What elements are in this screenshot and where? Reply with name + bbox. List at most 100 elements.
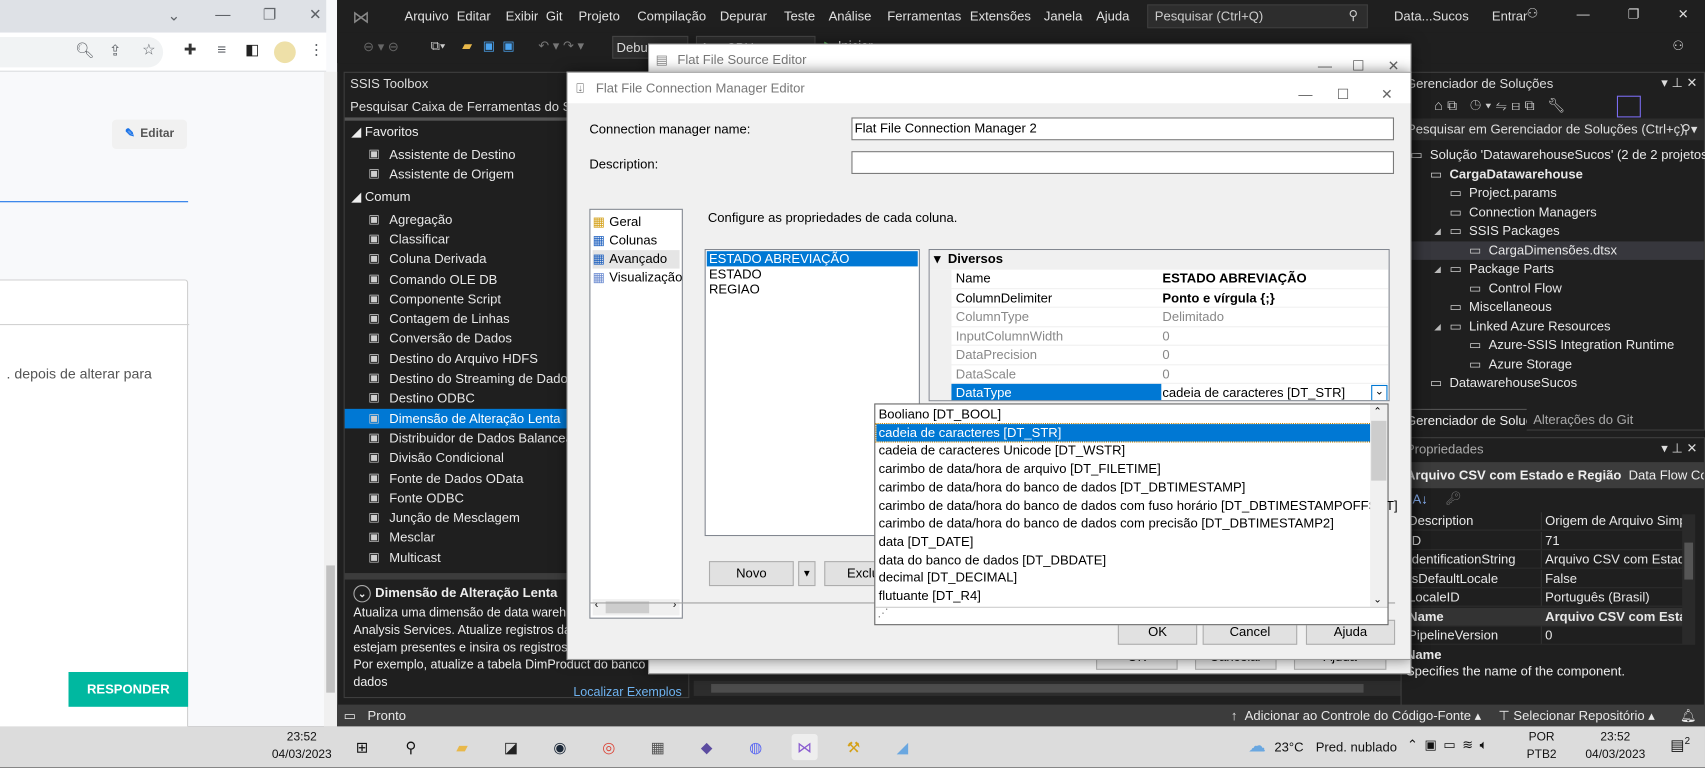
app2-icon[interactable]: ◢ — [889, 734, 915, 760]
new-button[interactable]: Novo — [708, 561, 794, 587]
menu-4[interactable]: Projeto — [578, 9, 619, 24]
visual-studio-icon[interactable]: ⋈ — [791, 733, 818, 761]
datatype-option[interactable]: flutuante [DT_R4] — [876, 587, 1371, 605]
description-input[interactable] — [851, 151, 1395, 174]
solution-item[interactable]: ▭ Azure-SSIS Integration Runtime — [1402, 336, 1704, 354]
menu-6[interactable]: Depurar — [720, 9, 767, 24]
expand-arrow-icon[interactable]: ◢ — [1434, 317, 1441, 335]
system-tray-icons[interactable]: ⌃▣▭≋🔈︎ — [1407, 737, 1494, 753]
edit-button[interactable]: ✎ Editar — [111, 119, 188, 149]
grid-category[interactable]: ▾ Diversos — [929, 250, 1389, 270]
nav-item-0[interactable]: ▦ Geral — [593, 213, 680, 231]
save-all-icon[interactable]: ▣ — [502, 38, 514, 53]
datatype-option[interactable]: decimal [DT_DECIMAL] — [876, 569, 1371, 587]
grid-row[interactable]: Name ESTADO ABREVIAÇÃO — [951, 270, 1389, 289]
panel-options-icon[interactable]: ▾ ⊥ ✕ — [1661, 75, 1697, 90]
extensions-icon[interactable]: ✚ — [179, 40, 201, 58]
notification-bell-icon[interactable]: 🔔︎ — [1680, 705, 1697, 727]
property-row[interactable]: PipelineVersion 0 — [1401, 626, 1694, 645]
datatype-option[interactable]: carimbo de data/hora do banco de dados c… — [876, 515, 1371, 533]
menu-11[interactable]: Janela — [1044, 9, 1082, 24]
datatype-option[interactable]: carimbo de data/hora do banco de dados [… — [876, 478, 1371, 496]
weather-icon[interactable]: ☁ — [1248, 735, 1265, 757]
menu-10[interactable]: Extensões — [970, 9, 1031, 24]
menu-8[interactable]: Análise — [829, 9, 872, 24]
toolbox-group[interactable]: ◢ Comum — [351, 189, 410, 204]
datatype-option[interactable]: data do banco de dados [DT_DBDATE] — [876, 551, 1371, 569]
app-icon[interactable]: ◆ — [694, 734, 720, 760]
solution-item[interactable]: ▭ Control Flow — [1402, 279, 1704, 297]
select-repo-button[interactable]: ⊤ Selecionar Repositório ▴ — [1498, 705, 1654, 727]
grid-row[interactable]: DataType cadeia de caracteres [DT_STR] ⌄ — [951, 383, 1388, 401]
solution-item[interactable]: ▭ CargaDimensões.dtsx — [1401, 240, 1704, 260]
back-icon[interactable]: ⊖ ▾ ⊖ — [363, 39, 399, 54]
solution-item[interactable]: ◢ ▭ Package Parts — [1402, 260, 1704, 278]
toolbox-group[interactable]: ◢ Favoritos — [351, 124, 418, 139]
datatype-option[interactable]: cadeia de caracteres [DT_STR] — [875, 422, 1373, 443]
new-dropdown-button[interactable]: ▼ — [798, 561, 816, 587]
datatype-option[interactable]: carimbo de data/hora de arquivo [DT_FILE… — [876, 460, 1371, 478]
sidebar-icon[interactable]: ◧ — [241, 40, 263, 58]
property-row[interactable]: Description Origem de Arquivo Simples — [1401, 512, 1694, 531]
horizontal-scrollbar[interactable] — [693, 680, 1401, 696]
start-icon[interactable]: ⊞ — [349, 734, 375, 760]
menu-2[interactable]: Exibir — [506, 9, 539, 24]
tab-solution-explorer[interactable]: Gerenciador de Soluções — [1401, 408, 1527, 431]
menu-0[interactable]: Arquivo — [405, 9, 449, 24]
discord-icon[interactable]: ◍ — [743, 734, 769, 760]
signin-button[interactable]: Entrar — [1492, 9, 1528, 24]
add-user-icon[interactable]: ⚇ — [1527, 5, 1539, 20]
datatype-option[interactable]: data [DT_DATE] — [876, 533, 1371, 551]
system-clock[interactable]: 23:52 04/03/2023 — [1585, 729, 1645, 764]
vs-search-box[interactable]: Pesquisar (Ctrl+Q) ⚲ — [1147, 4, 1368, 29]
notification-center-icon[interactable]: ▤2 — [1670, 735, 1690, 754]
minimize-icon[interactable]: — — [1577, 7, 1590, 22]
open-folder-icon[interactable]: ▰ — [462, 38, 472, 53]
close-icon[interactable]: ✕ — [1381, 79, 1393, 109]
minimize-icon[interactable]: — — [1298, 79, 1312, 109]
respond-button[interactable]: RESPONDER — [68, 671, 189, 707]
dropdown-scrollbar[interactable]: ⌃ ⌄ — [1370, 404, 1388, 607]
search-icon[interactable]: ⚲ — [398, 734, 424, 760]
grid-row[interactable]: InputColumnWidth 0 — [951, 327, 1389, 346]
weather-temp[interactable]: 23°C — [1274, 739, 1303, 754]
preview-toggle-icon[interactable] — [1616, 95, 1641, 118]
tab-git-changes[interactable]: Alterações do Git — [1529, 409, 1638, 431]
chevron-down-icon[interactable]: ⌄ — [163, 7, 185, 25]
calculator-icon[interactable]: ▦ — [645, 734, 671, 760]
datatype-option[interactable]: carimbo de data/hora do banco de dados c… — [876, 496, 1398, 514]
avatar[interactable] — [274, 41, 296, 64]
sticky-app-icon[interactable]: ◪ — [498, 734, 524, 760]
chrome-icon[interactable]: ◎ — [596, 734, 622, 760]
property-row[interactable]: ID 71 — [1401, 531, 1694, 550]
scrollbar-thumb[interactable] — [326, 565, 335, 693]
source-control-button[interactable]: ↑ Adicionar ao Controle do Código-Fonte … — [1231, 705, 1481, 727]
restore-icon[interactable]: ❐ — [259, 5, 281, 23]
share-icon[interactable]: ⇪ — [104, 41, 126, 59]
property-row[interactable]: IsDefaultLocale False — [1401, 569, 1694, 588]
media-icon[interactable]: ≡ — [211, 40, 233, 57]
close-icon[interactable]: ✕ — [304, 5, 326, 23]
new-project-icon[interactable]: ⧉▾ — [431, 38, 446, 54]
solution-item[interactable]: ▭ Project.params — [1402, 184, 1704, 202]
property-row[interactable]: IdentificationString Arquivo CSV com Esta… — [1401, 550, 1694, 569]
grid-row[interactable]: DataScale 0 — [951, 365, 1389, 384]
menu-5[interactable]: Compilação — [637, 9, 706, 24]
solution-item[interactable]: ◢ ▭ Linked Azure Resources — [1402, 317, 1704, 335]
column-item[interactable]: ESTADO — [707, 266, 918, 281]
grid-row[interactable]: DataPrecision 0 — [951, 346, 1389, 365]
undo-icon[interactable]: ↶ ▾ ↷ ▾ — [538, 38, 584, 53]
collapse-icon[interactable]: ⌄ — [353, 585, 371, 603]
property-pages-icon[interactable]: 🔑︎ — [1445, 490, 1462, 505]
solution-name[interactable]: Data...Sucos — [1394, 9, 1469, 24]
nav-item-3[interactable]: ▦ Visualização — [593, 269, 683, 287]
menu-3[interactable]: Git — [546, 9, 563, 24]
column-item[interactable]: REGIAO — [707, 282, 918, 297]
nav-item-1[interactable]: ▦ Colunas — [593, 232, 680, 250]
resize-grip-icon[interactable]: ⋰ — [875, 606, 1388, 624]
dropdown-button[interactable]: ⌄ — [1371, 384, 1388, 401]
live-share-icon[interactable]: ⚇ — [1672, 38, 1684, 53]
solution-search[interactable]: Pesquisar em Gerenciador de Soluções (Ct… — [1401, 118, 1704, 141]
expand-arrow-icon[interactable]: ◢ — [1434, 260, 1441, 278]
solution-item[interactable]: ▭ CargaDatawarehouse — [1402, 165, 1704, 183]
